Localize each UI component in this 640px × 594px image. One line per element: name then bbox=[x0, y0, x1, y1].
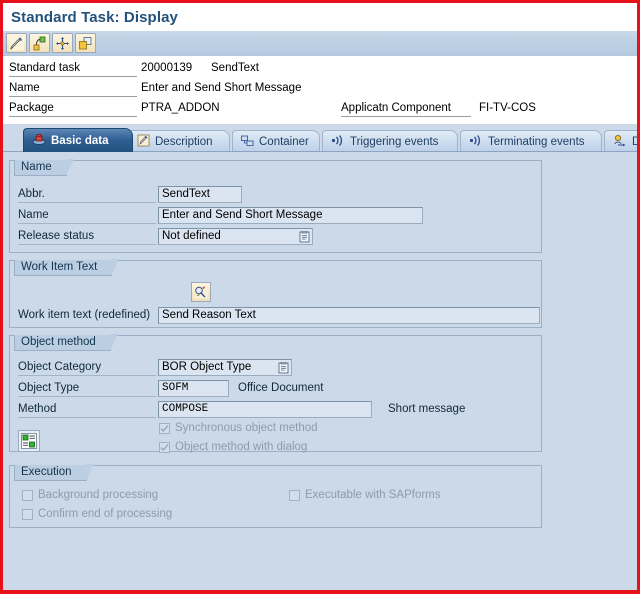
object-category-value: BOR Object Type bbox=[162, 361, 252, 373]
checkbox-label: Background processing bbox=[38, 489, 159, 501]
checkbox-box bbox=[289, 489, 300, 501]
tab-description[interactable]: Description bbox=[128, 130, 230, 152]
tab-triggering-events[interactable]: Triggering events bbox=[322, 130, 458, 152]
name-group-title: Name bbox=[14, 159, 74, 176]
synchronous-object-method-checkbox[interactable]: Synchronous object method bbox=[159, 422, 318, 434]
executable-with-sapforms-checkbox[interactable]: Executable with SAPforms bbox=[289, 489, 441, 501]
workflow-builder-button[interactable] bbox=[29, 33, 50, 53]
tab-strip: Description Container Triggering events … bbox=[3, 128, 637, 152]
appl-component-value: FI-TV-COS bbox=[479, 102, 536, 114]
work-item-text-group-title: Work Item Text bbox=[14, 259, 120, 276]
object-method-group-title: Object method bbox=[14, 334, 118, 351]
release-status-label: Release status bbox=[18, 228, 156, 245]
background-processing-checkbox[interactable]: Background processing bbox=[22, 489, 158, 501]
page-title: Standard Task: Display bbox=[11, 8, 178, 26]
application-toolbar bbox=[3, 31, 637, 56]
checkbox-box bbox=[159, 422, 170, 434]
tab-label: Container bbox=[259, 135, 309, 148]
name-field-label: Name bbox=[18, 207, 156, 224]
copy-task-button[interactable] bbox=[75, 33, 96, 53]
checkbox-box bbox=[159, 441, 170, 453]
description-pencil-icon bbox=[137, 134, 150, 150]
basic-data-icon bbox=[32, 133, 46, 149]
appl-component-label: Applicatn Component bbox=[341, 100, 471, 117]
object-category-input[interactable]: BOR Object Type bbox=[158, 359, 292, 376]
events-signal-icon bbox=[469, 134, 483, 150]
checkmark-icon bbox=[160, 443, 169, 451]
display-change-button[interactable] bbox=[6, 33, 27, 53]
tab-label: Description bbox=[155, 135, 213, 148]
task-name-label: Name bbox=[9, 80, 137, 97]
method-input[interactable]: COMPOSE bbox=[158, 401, 372, 418]
checkbox-label: Object method with dialog bbox=[175, 441, 308, 453]
value-help-icon[interactable] bbox=[277, 361, 290, 374]
tab-label: Triggering events bbox=[350, 135, 439, 148]
container-icon bbox=[241, 134, 254, 150]
execution-group: Execution Background processing Confirm … bbox=[9, 464, 542, 528]
task-name-value: Enter and Send Short Message bbox=[141, 82, 302, 94]
object-type-label: Object Type bbox=[18, 380, 156, 397]
standard-task-id: 20000139 bbox=[141, 62, 193, 74]
events-signal-icon bbox=[331, 134, 345, 150]
tab-default-rules[interactable]: D bbox=[604, 130, 637, 152]
confirm-end-of-processing-checkbox[interactable]: Confirm end of processing bbox=[22, 508, 172, 520]
value-help-icon[interactable] bbox=[298, 230, 311, 243]
checkbox-label: Synchronous object method bbox=[175, 422, 318, 434]
standard-task-abbr: SendText bbox=[211, 62, 259, 74]
work-item-text-group: Work Item Text Work item text (redefined… bbox=[9, 259, 542, 328]
window-title-bar: Standard Task: Display bbox=[3, 3, 637, 31]
name-group: Name Abbr. SendText Name Enter and Send … bbox=[9, 159, 542, 253]
abbr-label: Abbr. bbox=[18, 186, 156, 203]
work-item-text-label: Work item text (redefined) bbox=[18, 309, 151, 321]
tab-label: Basic data bbox=[51, 134, 109, 147]
object-type-input[interactable]: SOFM bbox=[158, 380, 229, 397]
checkmark-icon bbox=[160, 424, 169, 432]
tab-basic-data[interactable]: Basic data bbox=[23, 128, 133, 152]
method-description: Short message bbox=[388, 403, 466, 415]
tab-terminating-events[interactable]: Terminating events bbox=[460, 130, 602, 152]
release-status-input[interactable]: Not defined bbox=[158, 228, 313, 245]
sap-gui-screen: Standard Task: Display Standard task 200… bbox=[3, 3, 637, 590]
object-type-description: Office Document bbox=[238, 382, 324, 394]
checkbox-box bbox=[22, 489, 33, 501]
object-category-label: Object Category bbox=[18, 359, 156, 376]
standard-task-label: Standard task bbox=[9, 60, 137, 77]
tab-label: Terminating events bbox=[488, 135, 585, 148]
tab-label: D bbox=[632, 135, 637, 148]
default-rules-icon bbox=[613, 134, 627, 150]
work-item-text-input[interactable]: Send Reason Text bbox=[158, 307, 540, 324]
task-header-block: Standard task 20000139 SendText Name Ent… bbox=[3, 56, 637, 124]
object-method-with-dialog-checkbox[interactable]: Object method with dialog bbox=[159, 441, 307, 453]
object-method-group: Object method Object Category BOR Object… bbox=[9, 334, 542, 453]
checkbox-label: Executable with SAPforms bbox=[305, 489, 441, 501]
method-label: Method bbox=[18, 401, 156, 418]
checkbox-label: Confirm end of processing bbox=[38, 508, 173, 520]
where-used-button[interactable] bbox=[52, 33, 73, 53]
object-method-detail-icon bbox=[21, 433, 37, 449]
checkbox-box bbox=[22, 508, 33, 520]
object-method-detail-button[interactable] bbox=[18, 430, 40, 452]
execution-group-title: Execution bbox=[14, 464, 93, 481]
package-label: Package bbox=[9, 100, 137, 117]
release-status-value: Not defined bbox=[162, 230, 221, 242]
package-value: PTRA_ADDON bbox=[141, 102, 220, 114]
name-input[interactable]: Enter and Send Short Message bbox=[158, 207, 423, 224]
tab-container[interactable]: Container bbox=[232, 130, 320, 152]
abbr-input[interactable]: SendText bbox=[158, 186, 242, 203]
edit-text-icon bbox=[194, 285, 208, 299]
edit-work-item-text-button[interactable] bbox=[191, 282, 211, 302]
